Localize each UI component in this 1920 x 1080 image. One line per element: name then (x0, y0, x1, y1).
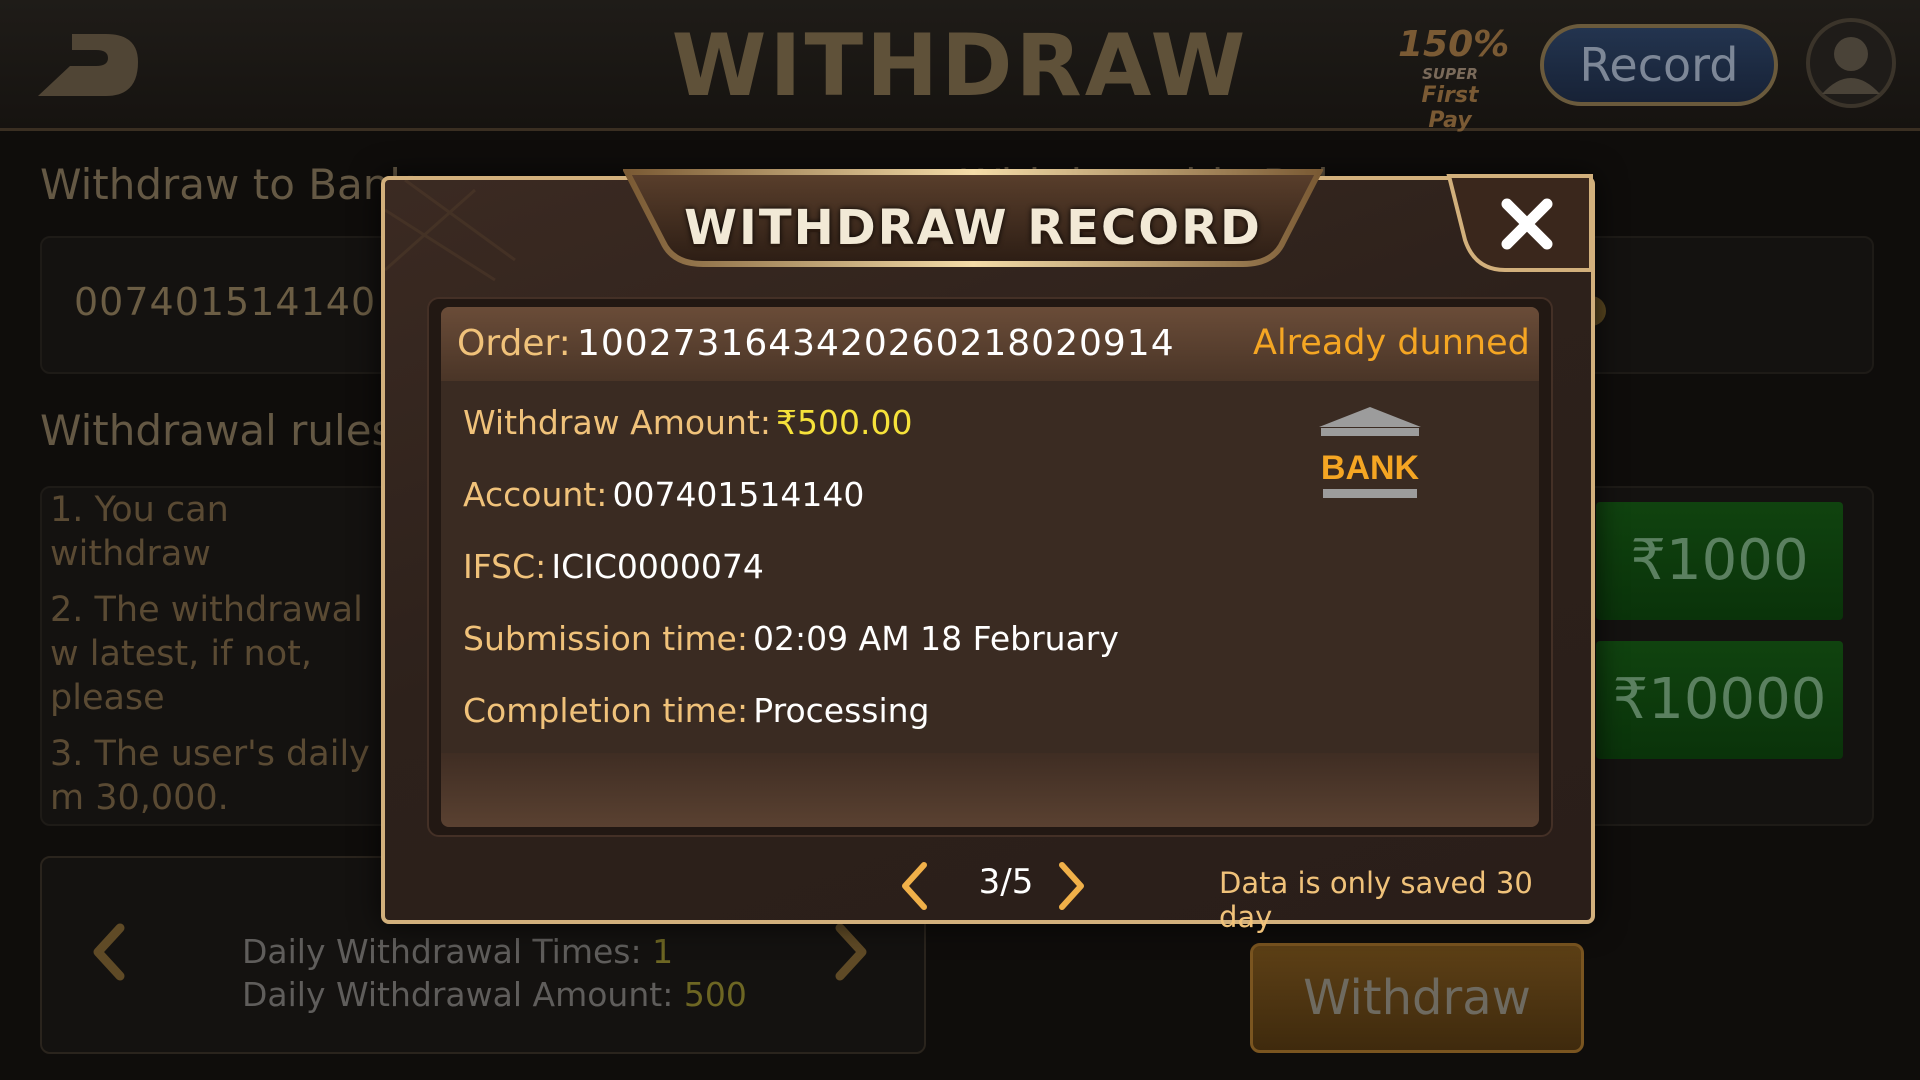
daily-limits-text: Daily Withdrawal Times: 1 Daily Withdraw… (242, 930, 747, 1016)
withdraw-amount-label: Withdraw Amount: (463, 403, 771, 442)
completion-time-row: Completion time: Processing (463, 691, 930, 730)
account-value: 007401514140 (612, 475, 865, 514)
record-card-footer (441, 753, 1539, 827)
withdraw-to-bank-label: Withdraw to Bank (40, 160, 414, 209)
user-avatar-icon (1822, 37, 1880, 94)
amount-option-1000[interactable]: ₹1000 (1596, 502, 1843, 620)
withdrawal-rules-title: Withdrawal rules (40, 406, 394, 455)
retention-note: Data is only saved 30 day (1219, 866, 1533, 934)
bank-icon: BANK (1319, 407, 1421, 498)
daily-times-row: Daily Withdrawal Times: 1 (242, 930, 747, 973)
bank-account-number: 007401514140 (74, 280, 377, 324)
rules-list: 1. You can withdraw 2. The withdrawal w … (50, 488, 380, 832)
completion-time-value: Processing (753, 691, 930, 730)
submission-time-row: Submission time: 02:09 AM 18 February (463, 619, 1119, 658)
ifsc-label: IFSC: (463, 547, 547, 586)
promo-line1: SUPER (1422, 65, 1478, 83)
daily-amount-value: 500 (683, 975, 747, 1014)
withdraw-record-dialog: WITHDRAW RECORD Order: 10027316434202602… (381, 169, 1595, 934)
record-button[interactable]: Record (1540, 24, 1778, 106)
ifsc-value: ICIC0000074 (551, 547, 764, 586)
chevron-left-icon[interactable] (88, 922, 128, 982)
order-label: Order: (457, 323, 571, 364)
withdraw-button[interactable]: Withdraw (1250, 943, 1584, 1053)
chevron-right-icon[interactable] (832, 922, 872, 982)
chevron-left-icon[interactable] (897, 860, 931, 912)
daily-amount-row: Daily Withdrawal Amount: 500 (242, 973, 747, 1016)
rule-item: 2. The withdrawal w latest, if not, plea… (50, 590, 363, 718)
daily-amount-label: Daily Withdrawal Amount: (242, 975, 674, 1014)
rule-item: 3. The user's daily m 30,000. (50, 734, 370, 818)
first-pay-promo-badge[interactable]: 150% SUPER First Pay (1398, 14, 1510, 133)
promo-percent: 150% (1398, 24, 1510, 65)
dialog-title: WITHDRAW RECORD (684, 200, 1262, 256)
close-icon[interactable] (1445, 174, 1593, 274)
withdraw-amount-row: Withdraw Amount: ₹500.00 (463, 403, 913, 442)
ifsc-row: IFSC: ICIC0000074 (463, 547, 764, 586)
submission-time-value: 02:09 AM 18 February (753, 619, 1119, 658)
chevron-right-icon[interactable] (1055, 860, 1089, 912)
completion-time-label: Completion time: (463, 691, 749, 730)
bank-icon-text: BANK (1321, 449, 1420, 487)
decorative-corner (385, 180, 516, 282)
rule-item: 1. You can withdraw (50, 490, 229, 574)
order-number: 1002731643420260218020914 (577, 323, 1175, 364)
amount-option-10000[interactable]: ₹10000 (1596, 641, 1843, 759)
submission-time-label: Submission time: (463, 619, 748, 658)
daily-times-value: 1 (652, 932, 674, 971)
promo-line2: First Pay (1421, 83, 1479, 133)
daily-times-label: Daily Withdrawal Times: (242, 932, 642, 971)
account-label: Account: (463, 475, 608, 514)
customer-service-button[interactable] (1806, 18, 1896, 108)
withdraw-amount-value: ₹500.00 (776, 403, 913, 442)
page-indicator: 3/5 (978, 862, 1034, 902)
record-card: Order: 1002731643420260218020914 Already… (441, 307, 1539, 827)
account-row: Account: 007401514140 (463, 475, 864, 514)
status-badge: Already dunned (1253, 323, 1530, 363)
